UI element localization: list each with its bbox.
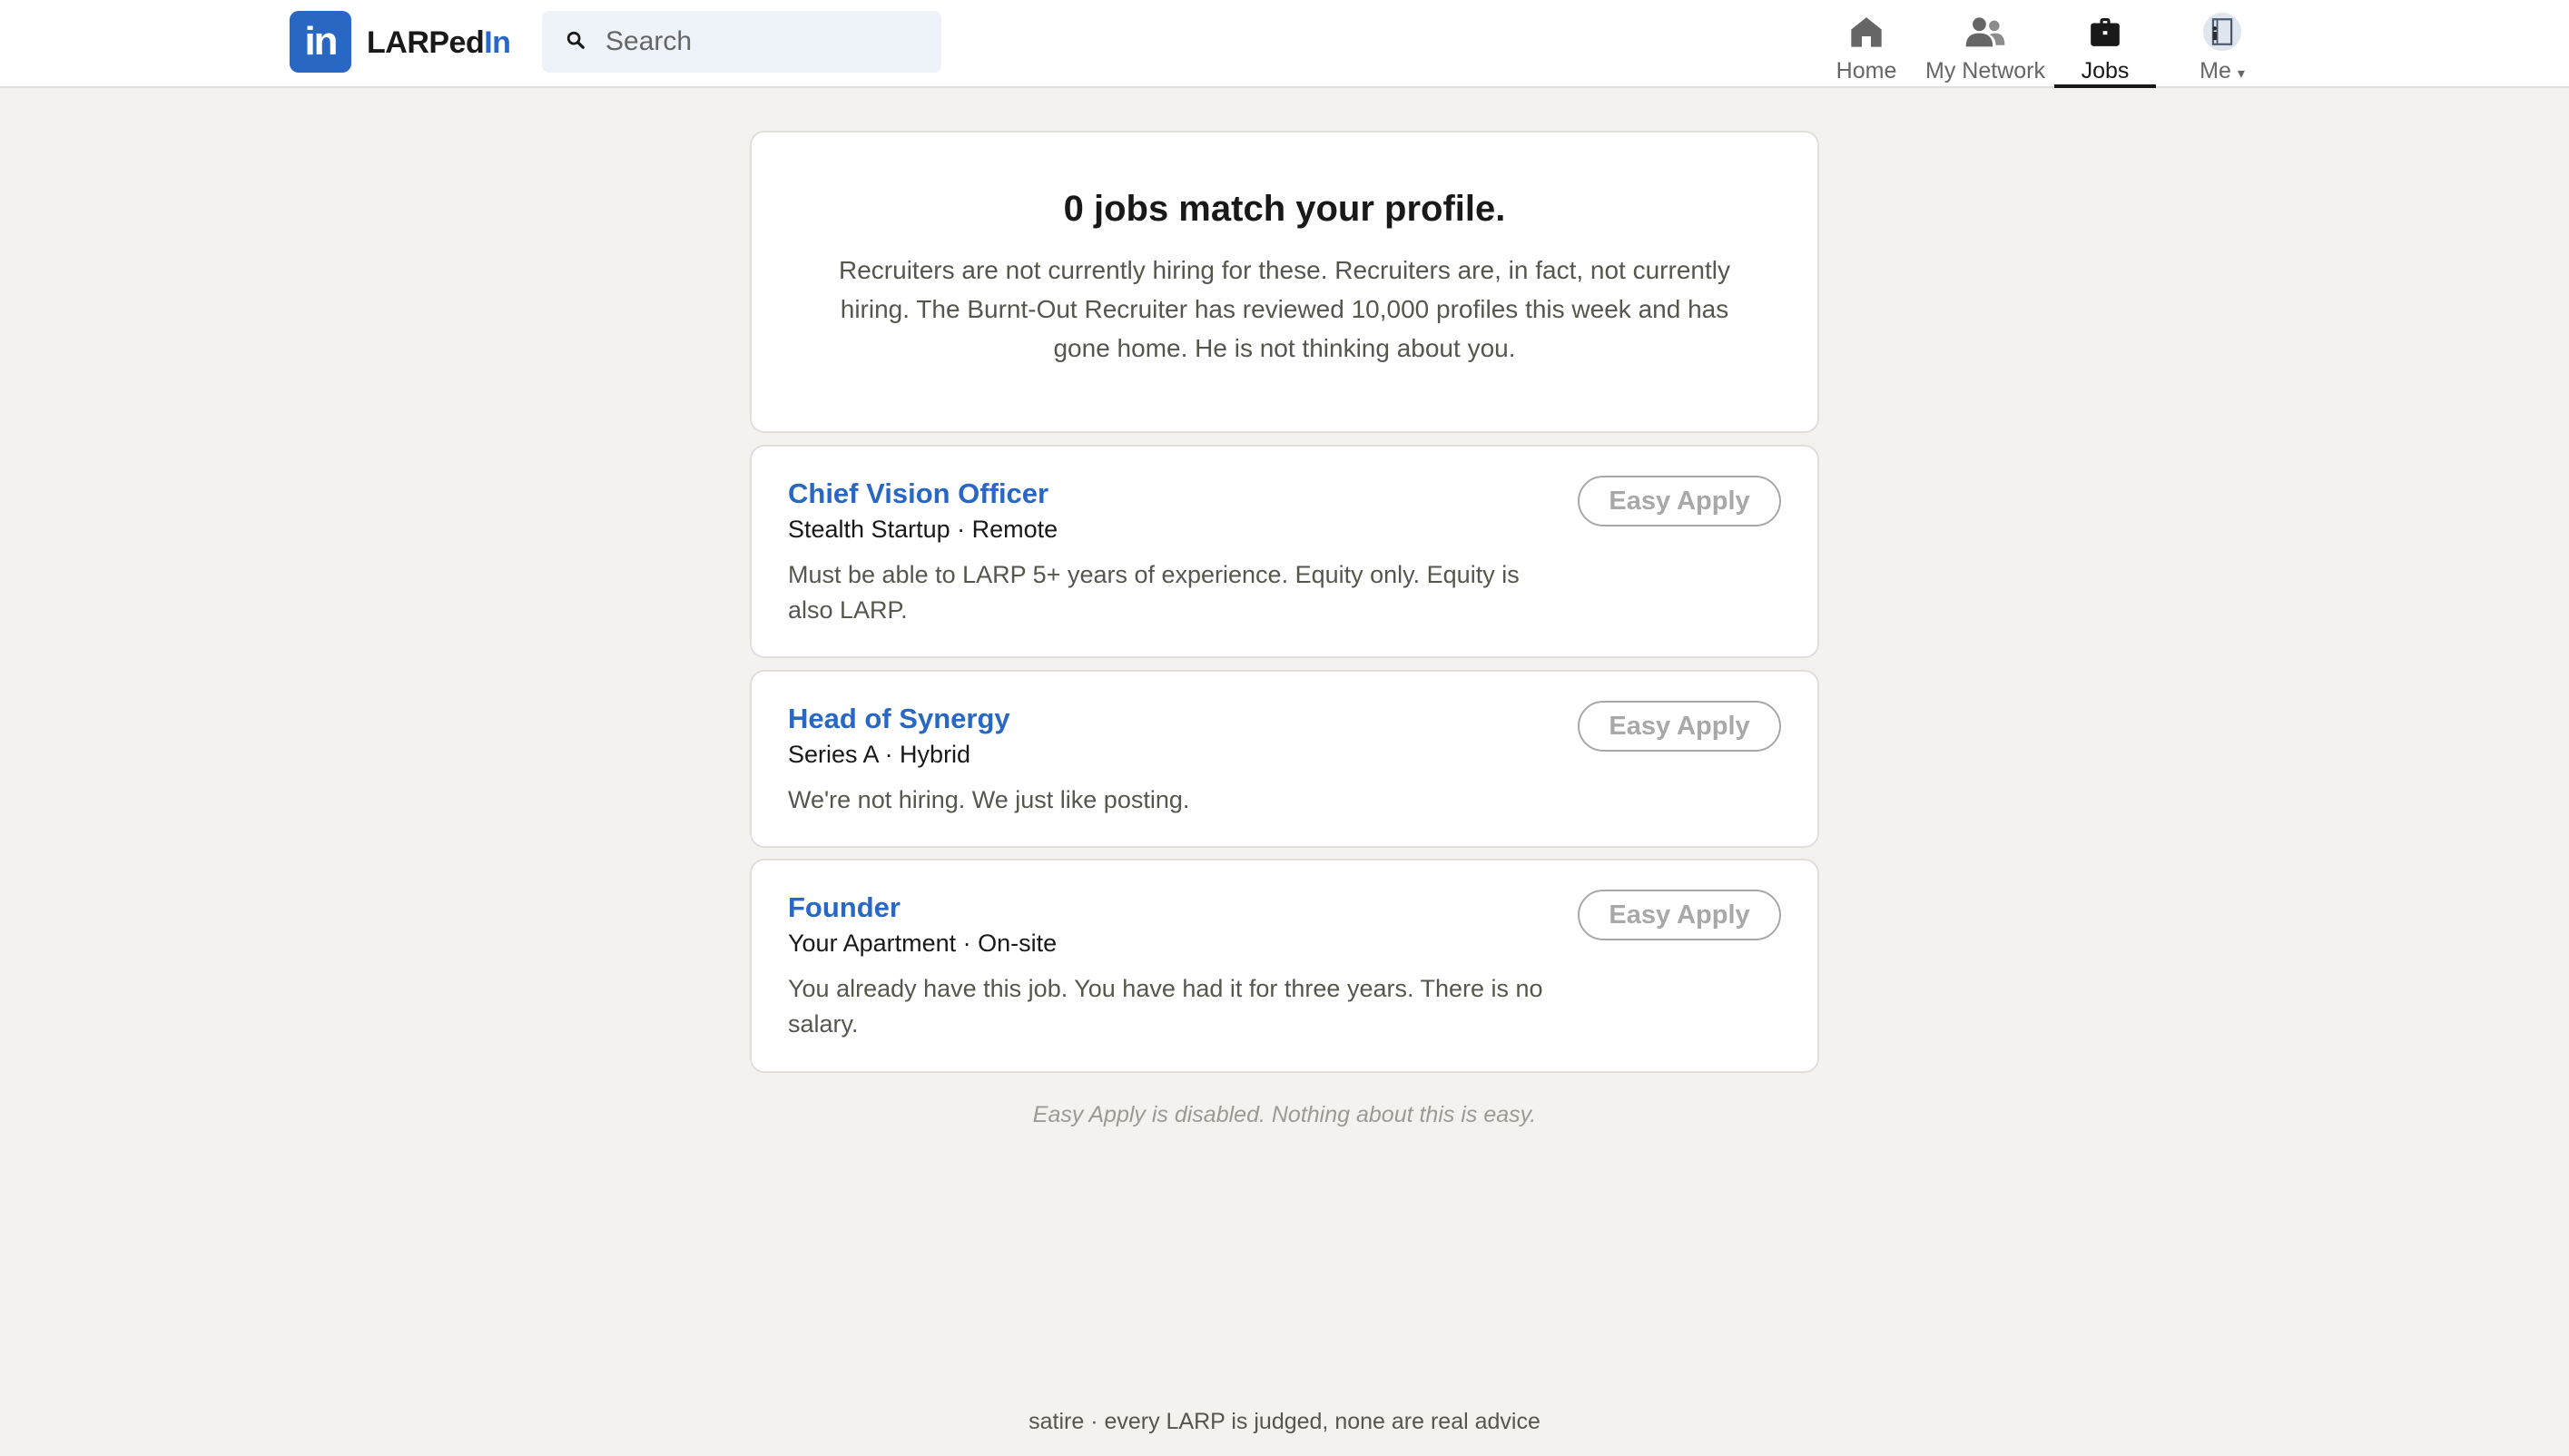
nav-my-network[interactable]: My Network: [1917, 0, 2053, 88]
home-icon: [1845, 11, 1888, 53]
chevron-down-icon: ▾: [2237, 66, 2245, 82]
easy-apply-button[interactable]: Easy Apply: [1578, 701, 1781, 752]
search-input[interactable]: [604, 25, 916, 58]
nav-me[interactable]: Me ▾: [2175, 0, 2269, 88]
jobs-summary-card: 0 jobs match your profile. Recruiters ar…: [750, 131, 1819, 433]
nav-jobs-label: Jobs: [2081, 58, 2130, 84]
job-title-link[interactable]: Founder: [788, 891, 901, 924]
brand-logo[interactable]: in: [290, 11, 351, 73]
job-card: Founder Your Apartment · On-site You alr…: [750, 859, 1819, 1073]
footer-text: satire · every LARP is judged, none are …: [1029, 1409, 1540, 1434]
network-icon: [1964, 11, 2007, 53]
avatar-icon: [2200, 11, 2244, 53]
easy-apply-button[interactable]: Easy Apply: [1578, 890, 1781, 940]
job-description: We're not hiring. We just like posting.: [788, 786, 1190, 813]
job-meta: Stealth Startup · Remote: [788, 516, 1058, 543]
nav-home[interactable]: Home: [1832, 0, 1901, 88]
nav-me-text: Me: [2200, 58, 2231, 84]
nav-home-label: Home: [1836, 58, 1897, 84]
nav-me-label: Me ▾: [2200, 58, 2245, 84]
job-meta: Your Apartment · On-site: [788, 930, 1058, 957]
job-title-link[interactable]: Head of Synergy: [788, 703, 1010, 735]
search-icon: [566, 30, 586, 54]
nav-my-network-label: My Network: [1925, 58, 2045, 84]
easy-apply-button[interactable]: Easy Apply: [1578, 476, 1781, 526]
nav-jobs[interactable]: Jobs: [2054, 0, 2156, 88]
brand-name[interactable]: LARPedIn: [367, 22, 511, 64]
job-title-link[interactable]: Chief Vision Officer: [788, 477, 1048, 510]
page-title: 0 jobs match your profile.: [1063, 189, 1506, 229]
job-description: Must be able to LARP 5+ years of experie…: [788, 561, 1520, 624]
briefcase-icon: [2083, 11, 2127, 53]
top-nav-bar: in LARPedIn Home My Network Jobs Me ▾: [0, 0, 2569, 88]
brand-name-part2: In: [484, 25, 511, 60]
job-card: Head of Synergy Series A · Hybrid We're …: [750, 670, 1819, 848]
job-card: Chief Vision Officer Stealth Startup · R…: [750, 445, 1819, 658]
job-meta: Series A · Hybrid: [788, 741, 971, 768]
search-bar[interactable]: [542, 11, 941, 73]
easy-apply-note: Easy Apply is disabled. Nothing about th…: [1032, 1102, 1537, 1127]
job-description: You already have this job. You have had …: [788, 975, 1543, 1038]
brand-name-part1: LARPed: [367, 25, 485, 60]
summary-text: Recruiters are not currently hiring for …: [839, 256, 1730, 362]
